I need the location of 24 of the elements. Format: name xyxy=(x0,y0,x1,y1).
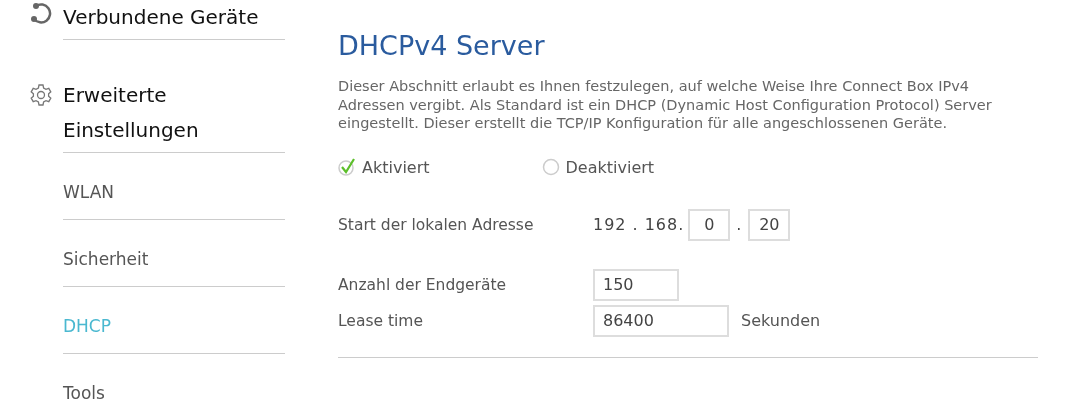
input-field[interactable]: 0 xyxy=(688,208,731,241)
dot-separator: . xyxy=(678,215,685,234)
menu-heading[interactable]: Verbundene Geräte xyxy=(63,0,285,40)
menu-heading[interactable]: Erweiterte Einstellungen xyxy=(63,78,285,153)
field-label: Start der lokalen Adresse xyxy=(338,215,535,234)
dot-separator: . xyxy=(632,215,639,234)
dot-separator: . xyxy=(736,215,743,234)
network-icon xyxy=(30,2,52,24)
page-title: DHCPv4 Server xyxy=(338,30,546,61)
sidebar-item[interactable]: WLAN xyxy=(63,153,285,220)
gear-icon xyxy=(30,84,52,106)
input-field[interactable]: 86400 xyxy=(593,304,729,337)
address-prefix: 168 xyxy=(644,215,679,234)
description-text: Dieser Abschnitt erlaubt es Ihnen festzulegen, auf welche Weise Ihre Connect Box IPv4 Adressen vergibt. Als Standard ist ein DHCP (Dynamic Host Configuration Protocol) Server eingestellt. Dieser erstellt die TCP/IP Konfiguration für alle angeschlossenen Geräte. xyxy=(338,77,993,133)
field-label: Anzahl der Endgeräte xyxy=(338,275,508,294)
input-field[interactable]: 20 xyxy=(748,208,791,241)
input-field[interactable]: 150 xyxy=(593,268,679,301)
unit-label: Sekunden xyxy=(741,311,821,330)
radio-option[interactable]: Aktiviert xyxy=(338,157,430,177)
address-prefix: 192 xyxy=(593,215,627,234)
sidebar-item[interactable]: Tools xyxy=(63,354,285,402)
radio-option[interactable]: Deaktiviert xyxy=(541,157,655,177)
sidebar-item[interactable]: Sicherheit xyxy=(63,220,285,287)
field-label: Lease time xyxy=(338,311,424,330)
